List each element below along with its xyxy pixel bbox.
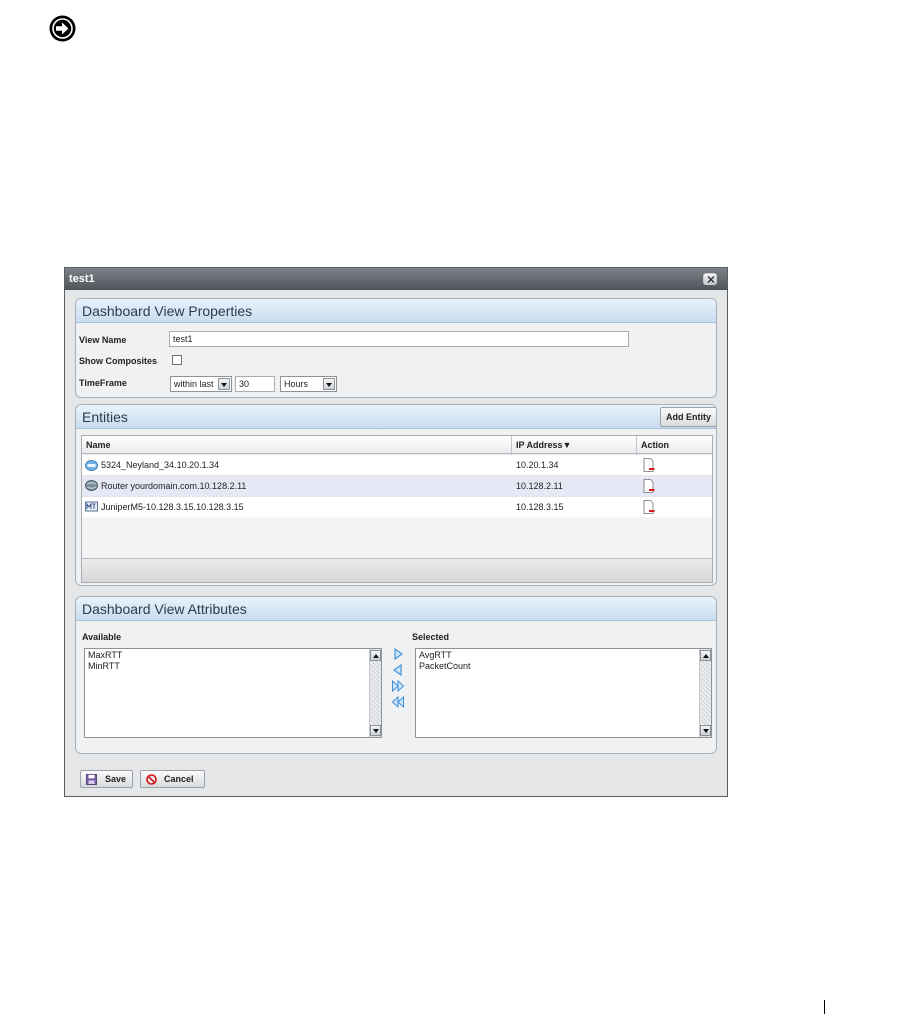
- view-name-label: View Name: [79, 335, 127, 345]
- scroll-track[interactable]: [701, 661, 711, 725]
- timeframe-mode-value: within last: [174, 379, 214, 389]
- selected-scrollbar[interactable]: [699, 649, 711, 737]
- properties-panel: Dashboard View Properties View Name test…: [75, 298, 717, 398]
- close-button[interactable]: [703, 273, 717, 285]
- table-footer: [82, 558, 712, 582]
- list-item[interactable]: MinRTT: [85, 661, 381, 672]
- save-label: Save: [105, 774, 127, 784]
- timeframe-amount-input[interactable]: 30: [235, 376, 275, 392]
- dialog-titlebar[interactable]: test1: [65, 268, 727, 290]
- selected-list[interactable]: AvgRTT PacketCount: [415, 648, 712, 738]
- move-all-right-icon[interactable]: [391, 679, 405, 693]
- remove-document-icon[interactable]: [643, 500, 655, 514]
- move-left-icon[interactable]: [391, 663, 405, 677]
- entity-ip: 10.128.2.11: [516, 481, 563, 491]
- cancel-icon: [146, 774, 157, 785]
- available-label: Available: [82, 632, 122, 642]
- table-row[interactable]: Router yourdomain.com.10.128.2.11 10.128…: [82, 476, 712, 497]
- timeframe-unit-select[interactable]: Hours: [280, 376, 337, 392]
- entity-ip: 10.20.1.34: [516, 460, 559, 470]
- column-header-ip-address[interactable]: IP Address▼: [512, 436, 637, 454]
- chevron-down-icon: [218, 378, 230, 390]
- remove-document-icon[interactable]: [643, 458, 655, 472]
- entities-panel: Entities Add Entity Name IP Address▼ Act…: [75, 404, 717, 586]
- juniper-device-icon: [85, 501, 98, 512]
- list-item[interactable]: AvgRTT: [416, 650, 711, 661]
- scroll-track[interactable]: [371, 661, 381, 725]
- sort-descending-icon: ▼: [562, 440, 572, 450]
- move-right-icon[interactable]: [391, 647, 405, 661]
- table-empty-area: [82, 517, 712, 558]
- scroll-down-icon[interactable]: [700, 725, 711, 736]
- scroll-up-icon[interactable]: [700, 650, 711, 661]
- remove-document-icon[interactable]: [643, 479, 655, 493]
- add-entity-button[interactable]: Add Entity: [660, 407, 716, 427]
- show-composites-checkbox[interactable]: [172, 355, 182, 365]
- cancel-label: Cancel: [164, 774, 194, 784]
- table-row[interactable]: 5324_Neyland_34.10.20.1.34 10.20.1.34: [82, 455, 712, 476]
- entities-header: Entities: [76, 405, 716, 429]
- entity-name: 5324_Neyland_34.10.20.1.34: [101, 460, 220, 470]
- dashboard-view-dialog: test1 Dashboard View Properties View Nam…: [64, 267, 728, 797]
- dell-switch-icon: [85, 460, 98, 471]
- entities-table: Name IP Address▼ Action 5324_Neyland_34.…: [81, 435, 713, 583]
- ip-address-label: IP Address: [516, 440, 563, 450]
- table-row[interactable]: JuniperM5-10.128.3.15.10.128.3.15 10.128…: [82, 497, 712, 518]
- show-composites-label: Show Composites: [79, 356, 158, 366]
- attributes-header: Dashboard View Attributes: [76, 597, 716, 621]
- view-name-input[interactable]: test1: [169, 331, 629, 347]
- selected-label: Selected: [412, 632, 450, 642]
- scroll-up-icon[interactable]: [370, 650, 381, 661]
- timeframe-label: TimeFrame: [79, 378, 127, 388]
- properties-header: Dashboard View Properties: [76, 299, 716, 323]
- move-all-left-icon[interactable]: [391, 695, 405, 709]
- entity-name: Router yourdomain.com.10.128.2.11: [101, 481, 247, 491]
- entity-name: JuniperM5-10.128.3.15.10.128.3.15: [101, 502, 244, 512]
- attributes-panel: Dashboard View Attributes Available Sele…: [75, 596, 717, 754]
- list-item[interactable]: PacketCount: [416, 661, 711, 672]
- floppy-disk-icon: [86, 774, 97, 785]
- available-list[interactable]: MaxRTT MinRTT: [84, 648, 382, 738]
- entities-title: Entities: [82, 409, 128, 425]
- close-icon: [707, 276, 715, 283]
- save-button[interactable]: Save: [80, 770, 133, 788]
- timeframe-unit-value: Hours: [284, 379, 309, 389]
- available-scrollbar[interactable]: [369, 649, 381, 737]
- list-item[interactable]: MaxRTT: [85, 650, 381, 661]
- chevron-down-icon: [323, 378, 335, 390]
- column-header-action[interactable]: Action: [637, 436, 712, 454]
- column-header-name[interactable]: Name: [82, 436, 512, 454]
- dialog-title: test1: [69, 273, 95, 285]
- arrow-right-circle-icon: [49, 15, 76, 42]
- cancel-button[interactable]: Cancel: [140, 770, 205, 788]
- router-globe-icon: [85, 480, 98, 491]
- timeframe-mode-select[interactable]: within last: [170, 376, 232, 392]
- page-divider: [824, 1000, 825, 1014]
- entity-ip: 10.128.3.15: [516, 502, 564, 512]
- table-header: Name IP Address▼ Action: [82, 436, 712, 454]
- scroll-down-icon[interactable]: [370, 725, 381, 736]
